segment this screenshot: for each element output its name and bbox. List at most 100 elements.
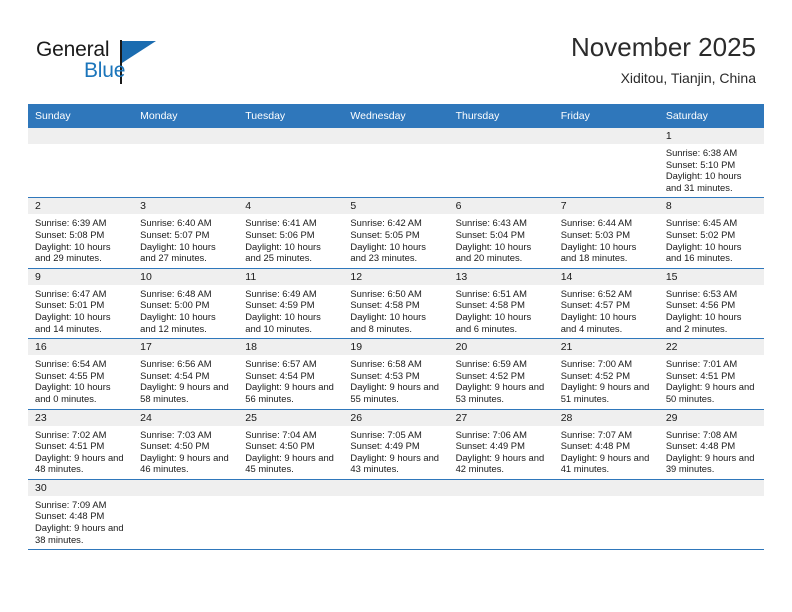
calendar-day-cell[interactable]: 28 Sunrise: 7:07 AM Sunset: 4:48 PM Dayligh… — [553, 409, 659, 480]
day-sun-info: Sunrise: 6:40 AM Sunset: 5:07 PM Daylight:… — [133, 214, 238, 267]
day-sun-info: Sunrise: 7:06 AM Sunset: 4:49 PM Daylight:… — [449, 426, 554, 479]
day-cell-inner — [553, 128, 659, 197]
calendar-day-cell[interactable]: 5 Sunrise: 6:42 AM Sunset: 5:05 PM Daylight… — [343, 197, 449, 269]
page-header: General Blue November 2025 Xiditou, Tian… — [0, 0, 792, 100]
sunset-text: Sunset: 4:50 PM — [245, 440, 315, 452]
calendar-day-cell[interactable]: 15 Sunrise: 6:53 AM Sunset: 4:56 PM Dayligh… — [658, 268, 764, 340]
calendar-day-cell[interactable]: 7 Sunrise: 6:44 AM Sunset: 5:03 PM Daylight… — [553, 197, 659, 269]
day-cell-inner: 15 Sunrise: 6:53 AM Sunset: 4:56 PM Dayligh… — [658, 268, 764, 338]
calendar-day-cell[interactable]: 19 Sunrise: 6:58 AM Sunset: 4:53 PM Dayligh… — [343, 338, 449, 410]
day-number — [553, 128, 659, 144]
day-number: 23 — [28, 409, 134, 426]
daylight-text: Daylight: 10 hours and 14 minutes. — [35, 310, 111, 334]
calendar-day-cell[interactable]: 6 Sunrise: 6:43 AM Sunset: 5:04 PM Daylight… — [448, 197, 554, 269]
sunset-text: Sunset: 4:49 PM — [455, 440, 525, 452]
sunrise-text: Sunrise: 7:08 AM — [665, 428, 738, 440]
day-number — [28, 128, 134, 144]
day-sun-info: Sunrise: 7:04 AM Sunset: 4:50 PM Daylight:… — [238, 426, 343, 479]
sunrise-text: Sunrise: 6:49 AM — [245, 287, 317, 299]
daylight-text: Daylight: 9 hours and 53 minutes. — [455, 381, 545, 404]
sunrise-text: Sunrise: 6:59 AM — [455, 358, 527, 370]
day-sun-info: Sunrise: 6:50 AM Sunset: 4:58 PM Daylight:… — [343, 285, 448, 338]
calendar-day-cell[interactable]: 21 Sunrise: 7:00 AM Sunset: 4:52 PM Dayligh… — [553, 338, 659, 410]
day-sun-info: Sunrise: 7:03 AM Sunset: 4:50 PM Daylight:… — [133, 426, 238, 479]
calendar-day-cell[interactable]: 24 Sunrise: 7:03 AM Sunset: 4:50 PM Dayligh… — [133, 409, 239, 480]
calendar-day-cell[interactable]: 30 Sunrise: 7:09 AM Sunset: 4:48 PM Dayligh… — [28, 479, 134, 551]
calendar-day-cell[interactable]: 18 Sunrise: 6:57 AM Sunset: 4:54 PM Dayligh… — [238, 338, 344, 410]
calendar-cell-empty — [343, 128, 449, 199]
sunrise-text: Sunrise: 6:52 AM — [560, 287, 633, 299]
calendar-day-cell[interactable]: 3 Sunrise: 6:40 AM Sunset: 5:07 PM Daylight… — [133, 197, 239, 269]
sunrise-text: Sunrise: 6:50 AM — [350, 287, 422, 299]
calendar-day-cell[interactable]: 12 Sunrise: 6:50 AM Sunset: 4:58 PM Dayligh… — [343, 268, 449, 340]
day-number: 12 — [343, 268, 449, 285]
calendar-day-cell[interactable]: 22 Sunrise: 7:01 AM Sunset: 4:51 PM Dayligh… — [658, 338, 764, 410]
sunrise-text: Sunrise: 6:56 AM — [140, 358, 212, 370]
day-cell-inner — [343, 128, 449, 197]
sunrise-text: Sunrise: 7:05 AM — [350, 428, 422, 440]
calendar-day-cell[interactable]: 11 Sunrise: 6:49 AM Sunset: 4:59 PM Dayligh… — [238, 268, 344, 340]
daylight-text: Daylight: 9 hours and 45 minutes. — [245, 451, 334, 475]
day-number: 7 — [553, 198, 659, 215]
day-number: 18 — [238, 339, 344, 356]
day-number: 29 — [658, 409, 764, 426]
sunrise-text: Sunrise: 6:39 AM — [35, 217, 107, 229]
sunset-text: Sunset: 4:57 PM — [560, 299, 631, 311]
sunset-text: Sunset: 4:48 PM — [560, 440, 631, 452]
calendar-cell-empty — [238, 479, 344, 551]
day-cell-inner: 16 Sunrise: 6:54 AM Sunset: 4:55 PM Dayligh… — [28, 339, 134, 408]
calendar-cell-empty — [238, 128, 344, 199]
day-number: 25 — [238, 409, 344, 426]
day-number — [658, 479, 764, 496]
calendar-day-cell[interactable]: 20 Sunrise: 6:59 AM Sunset: 4:52 PM Dayligh… — [448, 338, 554, 410]
sunset-text: Sunset: 5:05 PM — [350, 228, 420, 240]
calendar-cell-empty — [133, 128, 239, 199]
brand-name-blue: Blue — [84, 59, 126, 82]
sunset-text: Sunset: 5:04 PM — [455, 228, 525, 240]
calendar-day-cell[interactable]: 14 Sunrise: 6:52 AM Sunset: 4:57 PM Dayligh… — [553, 268, 659, 340]
sunset-text: Sunset: 4:51 PM — [665, 369, 736, 381]
day-sun-info: Sunrise: 6:56 AM Sunset: 4:54 PM Daylight:… — [133, 355, 238, 408]
day-sun-info: Sunrise: 7:00 AM Sunset: 4:52 PM Daylight:… — [554, 355, 659, 408]
calendar-day-cell[interactable]: 2 Sunrise: 6:39 AM Sunset: 5:08 PM Daylight… — [28, 197, 134, 269]
calendar-day-cell[interactable]: 4 Sunrise: 6:41 AM Sunset: 5:06 PM Daylight… — [238, 197, 344, 269]
calendar-week-row: 9 Sunrise: 6:47 AM Sunset: 5:01 PM Daylight… — [28, 268, 764, 340]
daylight-text: Daylight: 9 hours and 42 minutes. — [455, 451, 545, 475]
calendar-day-cell[interactable]: 10 Sunrise: 6:48 AM Sunset: 5:00 PM Dayligh… — [133, 268, 239, 340]
day-cell-inner: 4 Sunrise: 6:41 AM Sunset: 5:06 PM Daylight… — [238, 198, 344, 267]
daylight-text: Daylight: 9 hours and 39 minutes. — [665, 451, 755, 475]
daylight-text: Daylight: 10 hours and 29 minutes. — [35, 240, 111, 264]
calendar-day-cell[interactable]: 29 Sunrise: 7:08 AM Sunset: 4:48 PM Dayligh… — [658, 409, 764, 480]
sunset-text: Sunset: 5:03 PM — [560, 228, 631, 240]
calendar-day-cell[interactable]: 23 Sunrise: 7:02 AM Sunset: 4:51 PM Dayligh… — [28, 409, 134, 480]
title-block: November 2025 Xiditou, Tianjin, China — [571, 30, 756, 88]
calendar-day-cell[interactable]: 8 Sunrise: 6:45 AM Sunset: 5:02 PM Daylight… — [658, 197, 764, 269]
sunrise-text: Sunrise: 6:43 AM — [455, 217, 527, 229]
calendar-cell-empty — [448, 479, 554, 551]
calendar-day-cell[interactable]: 1 Sunrise: 6:38 AM Sunset: 5:10 PM Daylight… — [658, 128, 764, 199]
day-sun-info: Sunrise: 7:07 AM Sunset: 4:48 PM Daylight:… — [554, 426, 659, 479]
calendar-day-cell[interactable]: 25 Sunrise: 7:04 AM Sunset: 4:50 PM Dayligh… — [238, 409, 344, 480]
day-cell-inner: 22 Sunrise: 7:01 AM Sunset: 4:51 PM Dayligh… — [658, 339, 764, 408]
calendar-day-cell[interactable]: 27 Sunrise: 7:06 AM Sunset: 4:49 PM Dayligh… — [448, 409, 554, 480]
calendar-cell-empty — [448, 128, 554, 199]
sunrise-text: Sunrise: 6:38 AM — [665, 147, 738, 158]
calendar-day-cell[interactable]: 26 Sunrise: 7:05 AM Sunset: 4:49 PM Dayligh… — [343, 409, 449, 480]
day-number: 16 — [28, 339, 134, 356]
sunset-text: Sunset: 5:06 PM — [245, 228, 315, 240]
calendar-day-cell[interactable]: 13 Sunrise: 6:51 AM Sunset: 4:58 PM Dayligh… — [448, 268, 554, 340]
sunrise-text: Sunrise: 7:00 AM — [560, 358, 633, 370]
calendar-week-row: 1 Sunrise: 6:38 AM Sunset: 5:10 PM Daylight… — [28, 128, 764, 199]
calendar-day-cell[interactable]: 16 Sunrise: 6:54 AM Sunset: 4:55 PM Dayligh… — [28, 338, 134, 410]
day-number — [133, 128, 239, 144]
sunset-text: Sunset: 5:07 PM — [140, 228, 210, 240]
day-cell-inner: 14 Sunrise: 6:52 AM Sunset: 4:57 PM Dayligh… — [553, 268, 659, 338]
brand-logo[interactable]: General Blue — [36, 38, 196, 88]
day-sun-info: Sunrise: 6:59 AM Sunset: 4:52 PM Daylight:… — [449, 355, 554, 408]
weekday-header-saturday: Saturday — [658, 104, 764, 128]
sunset-text: Sunset: 5:01 PM — [35, 299, 105, 311]
calendar-day-cell[interactable]: 9 Sunrise: 6:47 AM Sunset: 5:01 PM Daylight… — [28, 268, 134, 340]
day-sun-info: Sunrise: 6:42 AM Sunset: 5:05 PM Daylight:… — [343, 214, 448, 267]
daylight-text: Daylight: 10 hours and 20 minutes. — [455, 240, 532, 264]
calendar-day-cell[interactable]: 17 Sunrise: 6:56 AM Sunset: 4:54 PM Dayligh… — [133, 338, 239, 410]
